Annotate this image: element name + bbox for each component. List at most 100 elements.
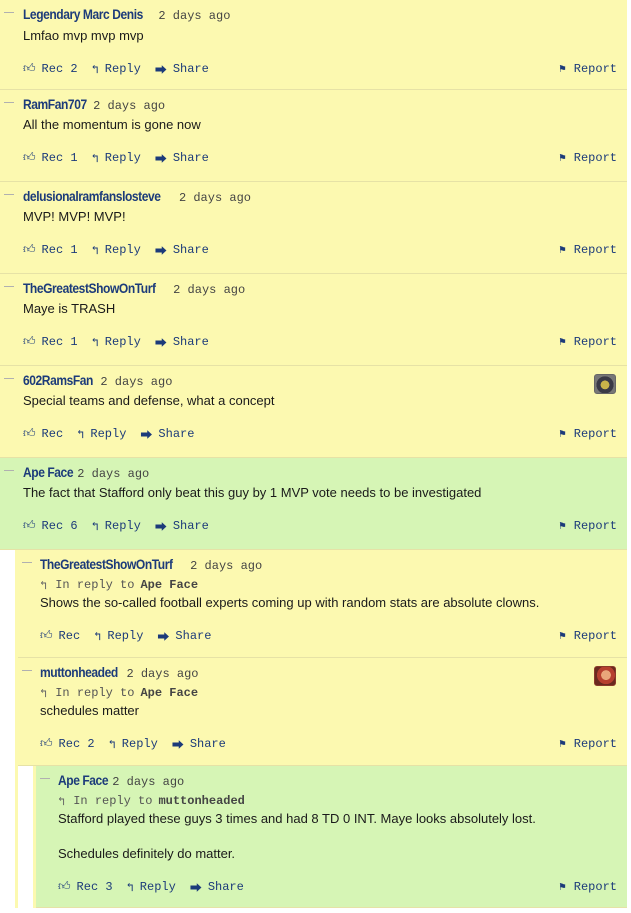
comment-body: Shows the so-called football experts com… [40,595,540,610]
collapse-line-icon[interactable] [4,102,14,103]
comment-timestamp: 2 days ago [178,191,251,205]
comment: delusionalramfanslosteve 2 days ago MVP!… [0,182,627,274]
comment: Legendary Marc Denis 2 days ago Lmfao mv… [0,0,627,90]
in-reply-to: ↰ In reply to Ape Face [40,576,627,594]
report-button[interactable]: ⚑ Report [559,419,617,449]
share-button[interactable]: ⮕ Share [157,628,211,645]
report-button[interactable]: ⚑ Report [559,235,617,265]
share-icon: ⮕ [154,520,167,535]
share-button[interactable]: ⮕ Share [155,61,209,78]
reply-label: Reply [104,519,141,533]
rec-count: 1 [70,243,78,257]
comment-timestamp: 2 days ago [173,283,246,297]
collapse-line-icon[interactable] [22,670,32,671]
collapse-line-icon[interactable] [22,562,32,563]
reply-label: Reply [104,243,141,257]
reply-target[interactable]: Ape Face [140,686,198,700]
share-button[interactable]: ⮕ Share [172,736,226,753]
report-label: Report [573,335,617,349]
rec-button[interactable]: 👍︎ Rec 1 [23,243,78,257]
report-button[interactable]: ⚑ Report [559,621,617,651]
helmet-avatar[interactable] [594,374,616,394]
rec-button[interactable]: 👍︎ Rec [40,629,80,643]
collapse-line-icon[interactable] [4,194,14,195]
share-label: Share [189,737,226,751]
reply-target[interactable]: muttonheaded [158,794,244,808]
comment-timestamp: 2 days ago [77,467,150,481]
flag-icon: ⚑ [559,631,566,643]
comment-author[interactable]: TheGreatestShowOnTurf [23,280,156,296]
reply-arrow-icon: ↰ [58,794,66,809]
collapse-line-icon[interactable] [4,378,14,379]
share-button[interactable]: ⮕ Share [155,242,209,259]
reply-button[interactable]: ↰ Reply [77,427,126,442]
reply-button[interactable]: ↰ Reply [92,62,141,77]
share-icon: ⮕ [154,244,167,259]
reply-button[interactable]: ↰ Reply [92,151,141,166]
rec-button[interactable]: 👍︎ Rec 3 [58,880,113,894]
report-button[interactable]: ⚑ Report [559,872,617,902]
rec-count: 6 [70,519,78,533]
rec-count: 2 [87,737,95,751]
share-button[interactable]: ⮕ Share [155,518,209,535]
rec-button[interactable]: 👍︎ Rec 1 [23,335,78,349]
collapse-line-icon[interactable] [4,470,14,471]
rec-button[interactable]: 👍︎ Rec 2 [40,737,95,751]
reply-button[interactable]: ↰ Reply [127,880,176,895]
collapse-line-icon[interactable] [4,286,14,287]
comment-author[interactable]: 602RamsFan [23,372,93,388]
report-button[interactable]: ⚑ Report [559,143,617,173]
rec-button[interactable]: 👍︎ Rec 2 [23,62,78,76]
rec-count: 3 [105,880,113,894]
reply-target[interactable]: Ape Face [140,578,198,592]
flag-icon: ⚑ [559,64,566,76]
reply-button[interactable]: ↰ Reply [92,243,141,258]
report-button[interactable]: ⚑ Report [559,54,617,84]
reply-arrow-icon: ↰ [91,151,99,166]
reply-button[interactable]: ↰ Reply [92,335,141,350]
reply-button[interactable]: ↰ Reply [92,519,141,534]
share-button[interactable]: ⮕ Share [155,150,209,167]
collapse-line-icon[interactable] [4,12,14,13]
report-label: Report [573,62,617,76]
comment-author[interactable]: delusionalramfanslosteve [23,188,161,204]
rec-button[interactable]: 👍︎ Rec 1 [23,151,78,165]
comment: 602RamsFan 2 days ago Special teams and … [0,366,627,458]
report-button[interactable]: ⚑ Report [559,511,617,541]
reply-button[interactable]: ↰ Reply [109,737,158,752]
comment-author[interactable]: muttonheaded [40,664,118,680]
rec-button[interactable]: 👍︎ Rec [23,427,63,441]
comment-author[interactable]: Ape Face [58,772,109,788]
share-icon: ⮕ [154,336,167,351]
report-button[interactable]: ⚑ Report [559,729,617,759]
comment-author[interactable]: Ape Face [23,464,74,480]
share-label: Share [158,427,195,441]
comment-author[interactable]: Legendary Marc Denis [23,6,143,22]
rec-label: Rec [76,880,99,894]
share-icon: ⮕ [171,738,184,753]
report-button[interactable]: ⚑ Report [559,327,617,357]
comment-author[interactable]: TheGreatestShowOnTurf [40,556,173,572]
comment-author[interactable]: RamFan707 [23,96,87,112]
rec-label: Rec [41,427,64,441]
collapse-line-icon[interactable] [40,778,50,779]
flag-icon: ⚑ [559,739,566,751]
share-label: Share [172,62,209,76]
comment-actions: 👍︎ Rec 1 ↰ Reply ⮕ Share ⚑ Report [23,235,627,265]
reply-label: Reply [107,629,144,643]
thumbs-up-icon: 👍︎ [23,62,36,76]
share-label: Share [175,629,212,643]
share-button[interactable]: ⮕ Share [140,426,194,443]
share-button[interactable]: ⮕ Share [190,879,244,896]
report-label: Report [573,427,617,441]
report-label: Report [573,880,617,894]
rec-button[interactable]: 👍︎ Rec 6 [23,519,78,533]
reply-arrow-icon: ↰ [91,519,99,534]
rec-label: Rec [41,335,64,349]
share-button[interactable]: ⮕ Share [155,334,209,351]
in-reply-to: ↰ In reply to Ape Face [40,684,627,702]
reply-button[interactable]: ↰ Reply [94,629,143,644]
person-avatar[interactable] [594,666,616,686]
comment-timestamp: 2 days ago [93,99,166,113]
comment: Ape Face 2 days ago ↰ In reply to mutton… [36,766,627,908]
